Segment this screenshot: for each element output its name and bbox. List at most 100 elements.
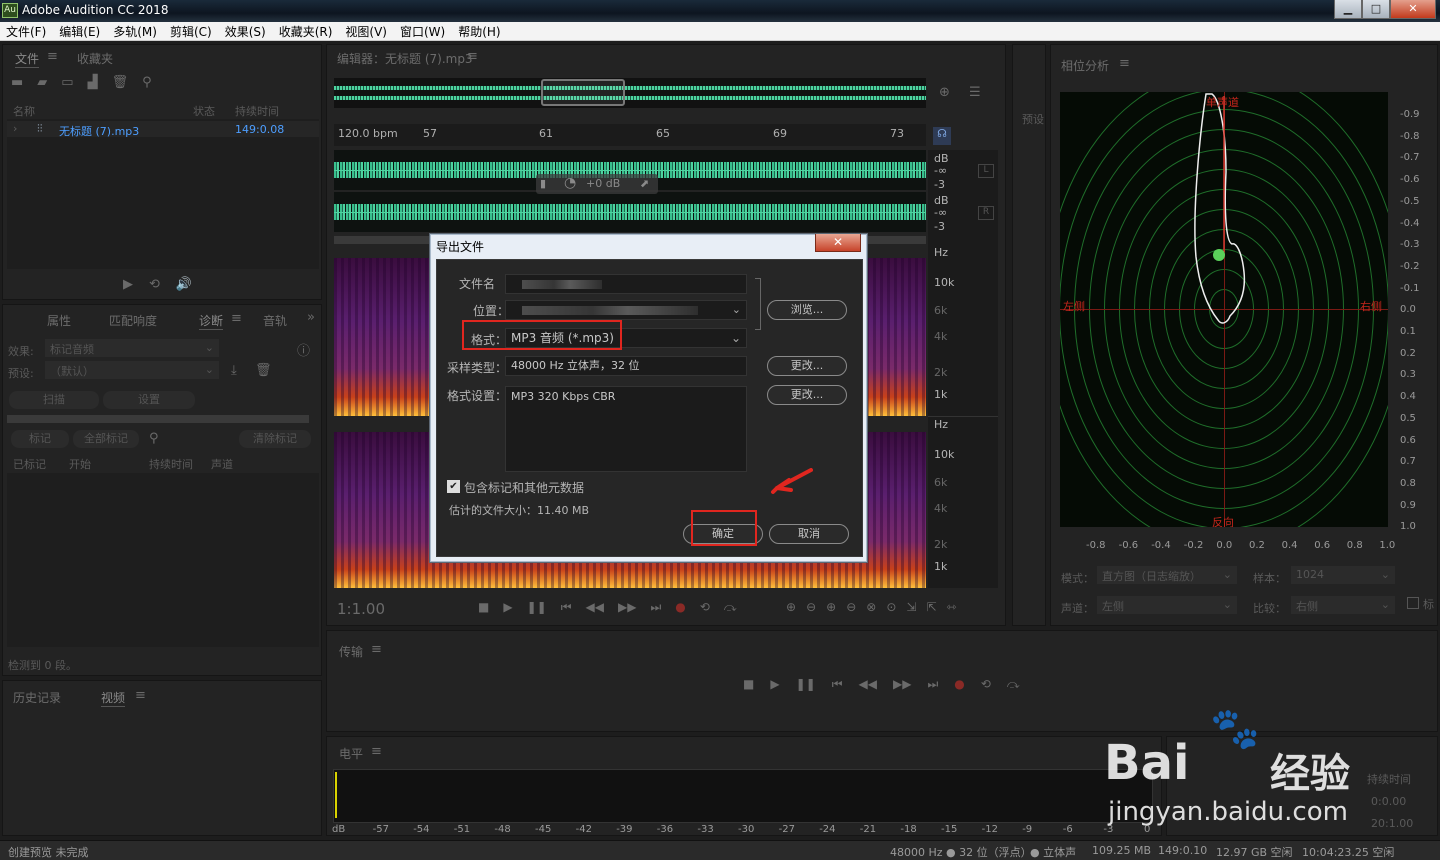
- menu-multitrack[interactable]: 多轨(M): [113, 23, 157, 40]
- visible-range-handle[interactable]: [541, 79, 625, 106]
- tab-files[interactable]: 文件: [15, 50, 40, 68]
- gain-knob-icon[interactable]: ◔: [564, 175, 576, 191]
- zoom-out-point-icon[interactable]: ⇱: [926, 600, 936, 614]
- fast-forward-icon[interactable]: ▶▶: [893, 677, 911, 692]
- panel-menu-icon[interactable]: ≡: [371, 744, 382, 759]
- zoom-icon[interactable]: ⚲: [149, 431, 159, 446]
- settings-button[interactable]: 设置: [103, 391, 195, 409]
- skip-icon[interactable]: ⤼: [1007, 677, 1020, 692]
- clear-marks-button[interactable]: 清除标记: [239, 430, 311, 448]
- skip-end-icon[interactable]: ⏭: [650, 600, 661, 615]
- effect-select[interactable]: 标记音频 ⌄: [45, 339, 219, 357]
- menu-favorites[interactable]: 收藏夹(R): [279, 23, 333, 40]
- minimize-button[interactable]: ▁: [1334, 0, 1362, 19]
- waveform-right-channel[interactable]: [334, 192, 926, 232]
- close-window-button[interactable]: ✕: [1390, 0, 1436, 19]
- skip-icon[interactable]: ⤼: [724, 600, 737, 615]
- time-ruler[interactable]: 120.0 bpm 57 61 65 69 73: [334, 124, 926, 146]
- tab-tracks[interactable]: 音轨: [263, 312, 287, 329]
- panel-menu-icon[interactable]: ≡: [47, 49, 58, 64]
- new-file-icon[interactable]: ▭: [61, 75, 73, 90]
- compare-select[interactable]: 右侧 ⌄: [1291, 596, 1395, 614]
- scan-button[interactable]: 扫描: [9, 391, 99, 409]
- rewind-icon[interactable]: ◀◀: [859, 677, 877, 692]
- channel-r-toggle[interactable]: R: [978, 206, 994, 220]
- zoom-out-time-icon[interactable]: ⊖: [846, 600, 856, 614]
- zoom-in-amplitude-icon[interactable]: ⊕: [786, 600, 796, 614]
- autoplay-icon[interactable]: 🔊: [176, 277, 192, 292]
- panel-menu-icon[interactable]: ≡: [1119, 56, 1130, 71]
- gain-hud[interactable]: ▮ ◔ +0 dB ⬈: [536, 174, 658, 194]
- expand-icon[interactable]: ›: [13, 122, 17, 135]
- preset-select[interactable]: （默认） ⌄: [45, 361, 219, 379]
- delete-icon[interactable]: 🗑: [112, 75, 129, 90]
- cancel-button[interactable]: 取消: [769, 524, 849, 544]
- location-select[interactable]: ⌄: [505, 300, 747, 320]
- preset-side-label[interactable]: 预设: [1022, 111, 1044, 127]
- change-sample-button[interactable]: 更改...: [767, 356, 847, 376]
- open-folder-icon[interactable]: ▬: [11, 75, 23, 90]
- zoom-out-amplitude-icon[interactable]: ⊖: [806, 600, 816, 614]
- insert-icon[interactable]: ▟: [88, 75, 98, 90]
- stop-icon[interactable]: ■: [478, 600, 489, 615]
- tab-favorites[interactable]: 收藏夹: [77, 50, 113, 67]
- column-start[interactable]: 开始: [69, 456, 91, 472]
- column-marked[interactable]: 已标记: [13, 456, 46, 472]
- menu-edit[interactable]: 编辑(E): [59, 23, 100, 40]
- sample-select[interactable]: 1024 ⌄: [1291, 566, 1395, 584]
- pause-icon[interactable]: ❚❚: [796, 677, 816, 692]
- mark-all-button[interactable]: 全部标记: [73, 430, 139, 448]
- tab-diagnostics[interactable]: 诊断: [199, 312, 224, 330]
- layout-icon[interactable]: ☰: [969, 85, 981, 100]
- skip-start-icon[interactable]: ⏮: [832, 677, 843, 692]
- record-icon[interactable]: ●: [954, 677, 964, 692]
- panel-menu-icon[interactable]: ≡: [371, 642, 382, 657]
- loop-icon[interactable]: ⟲: [700, 600, 710, 615]
- filename-input[interactable]: [505, 274, 747, 294]
- zoom-in-time-icon[interactable]: ⊕: [826, 600, 836, 614]
- tab-match-loudness[interactable]: 匹配响度: [109, 312, 157, 329]
- zoom-in-point-icon[interactable]: ⇲: [906, 600, 916, 614]
- tab-video[interactable]: 视频: [101, 689, 126, 707]
- mark-button[interactable]: 标记: [11, 430, 69, 448]
- column-length[interactable]: 持续时间: [149, 456, 193, 472]
- channel-l-toggle[interactable]: L: [978, 164, 994, 178]
- play-icon[interactable]: ▶: [503, 600, 512, 615]
- zoom-out-full-icon[interactable]: ⊗: [866, 600, 876, 614]
- file-row[interactable]: › ⫶⫶ 无标题 (7).mp3 149:0.08: [7, 121, 319, 138]
- delete-preset-icon[interactable]: 🗑: [255, 363, 272, 378]
- pause-icon[interactable]: ❚❚: [527, 600, 547, 615]
- menu-file[interactable]: 文件(F): [6, 23, 46, 40]
- zoom-fit-icon[interactable]: ⇿: [947, 600, 957, 614]
- loop-icon[interactable]: ⟲: [981, 677, 991, 692]
- info-icon[interactable]: ⓘ: [297, 340, 310, 359]
- menu-effects[interactable]: 效果(S): [225, 23, 266, 40]
- stop-icon[interactable]: ■: [743, 677, 754, 692]
- column-duration[interactable]: 持续时间: [235, 103, 279, 119]
- play-icon[interactable]: ▶: [770, 677, 779, 692]
- phase-checkbox[interactable]: [1407, 597, 1419, 609]
- dialog-close-button[interactable]: ✕: [815, 234, 861, 252]
- channel-select[interactable]: 左侧 ⌄: [1097, 596, 1237, 614]
- menu-help[interactable]: 帮助(H): [458, 23, 500, 40]
- browse-button[interactable]: 浏览...: [767, 300, 847, 320]
- more-tabs-icon[interactable]: »: [307, 310, 315, 325]
- panel-menu-icon[interactable]: ≡: [467, 49, 478, 64]
- loop-icon[interactable]: ⟲: [149, 277, 160, 292]
- search-icon[interactable]: ⚲: [142, 75, 152, 90]
- maximize-button[interactable]: □: [1362, 0, 1390, 19]
- column-status[interactable]: 状态: [193, 103, 215, 119]
- skip-end-icon[interactable]: ⏭: [927, 677, 938, 692]
- play-icon[interactable]: ▶: [123, 277, 133, 292]
- zoom-target-icon[interactable]: ⊕: [939, 85, 950, 100]
- column-name[interactable]: 名称: [13, 103, 35, 119]
- column-channel[interactable]: 声道: [211, 456, 233, 472]
- skip-start-icon[interactable]: ⏮: [561, 600, 572, 615]
- zoom-selection-icon[interactable]: ⊙: [886, 600, 896, 614]
- record-icon[interactable]: ●: [675, 600, 685, 615]
- overview-waveform[interactable]: [334, 78, 926, 108]
- menu-clip[interactable]: 剪辑(C): [170, 23, 212, 40]
- settings-divider[interactable]: [7, 415, 309, 423]
- panel-menu-icon[interactable]: ≡: [231, 311, 242, 326]
- menu-view[interactable]: 视图(V): [345, 23, 387, 40]
